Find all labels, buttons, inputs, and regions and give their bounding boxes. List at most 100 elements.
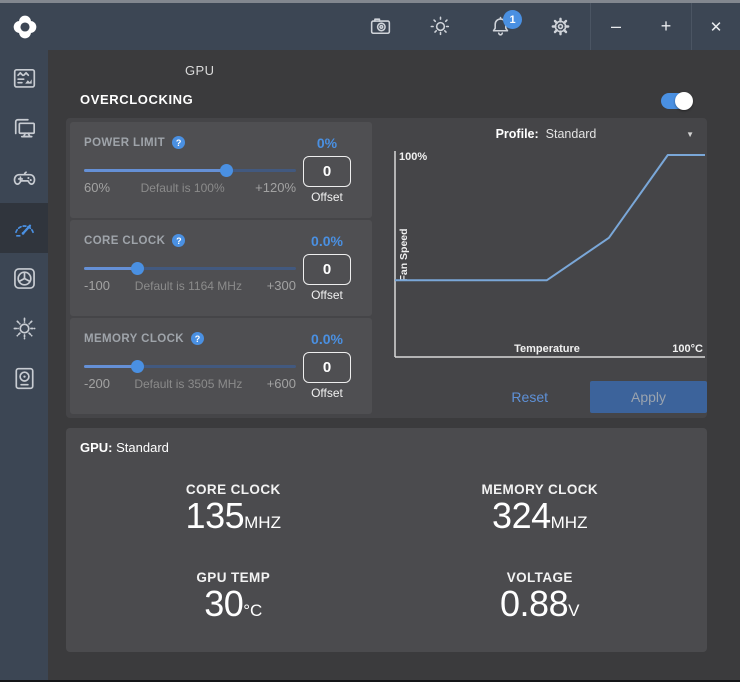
slider-min: -100 xyxy=(84,278,110,293)
power-limit-label: POWER LIMIT xyxy=(84,137,165,149)
slider-thumb[interactable] xyxy=(131,262,144,275)
memory-clock-offset-input[interactable] xyxy=(303,352,351,383)
power-limit-slider[interactable] xyxy=(84,169,296,172)
gear-icon xyxy=(548,14,573,39)
camera-icon xyxy=(368,14,393,39)
maximize-button[interactable]: + xyxy=(641,3,691,50)
notification-badge[interactable]: 1 xyxy=(503,10,522,29)
help-icon[interactable]: ? xyxy=(172,234,185,247)
help-icon[interactable]: ? xyxy=(172,136,185,149)
computer-icon xyxy=(11,115,38,142)
brightness-button[interactable] xyxy=(410,3,470,50)
notifications-button[interactable]: 1 xyxy=(470,3,530,50)
power-limit-value: 0% xyxy=(317,135,337,153)
maximize-icon: + xyxy=(661,16,672,37)
stats-header-value: Standard xyxy=(116,440,169,455)
stat-gpu-temp: GPU TEMP 30°C xyxy=(80,570,387,622)
sun-icon xyxy=(11,315,38,342)
sidebar-item-tuning[interactable] xyxy=(0,203,48,253)
power-limit-offset-input[interactable] xyxy=(303,156,351,187)
core-clock-offset-input[interactable] xyxy=(303,254,351,285)
gpu-stats-panel: GPU: Standard CORE CLOCK 135MHZ MEMORY C… xyxy=(66,428,707,652)
slider-thumb[interactable] xyxy=(220,164,233,177)
sidebar-item-pc-specs[interactable] xyxy=(0,103,48,153)
memory-clock-slider[interactable] xyxy=(84,365,296,368)
slider-default: Default is 100% xyxy=(110,181,255,195)
stat-value: 135MHZ xyxy=(80,498,387,534)
slider-min: -200 xyxy=(84,376,110,391)
cam-logo-icon xyxy=(11,13,39,41)
core-clock-slider[interactable] xyxy=(84,267,296,270)
minimize-icon: – xyxy=(611,16,621,37)
apply-button[interactable]: Apply xyxy=(590,381,707,413)
x-max-label: 100°C xyxy=(672,343,703,355)
stat-memory-clock: MEMORY CLOCK 324MHZ xyxy=(387,482,694,534)
memory-clock-value: 0.0% xyxy=(311,331,343,349)
overclocking-toggle[interactable] xyxy=(661,93,692,109)
sidebar-item-games[interactable] xyxy=(0,153,48,203)
slider-default: Default is 1164 MHz xyxy=(110,279,267,293)
stat-value: 30°C xyxy=(80,586,387,622)
sidebar-item-storage[interactable] xyxy=(0,353,48,403)
reset-button[interactable]: Reset xyxy=(511,389,548,405)
fan-curve-line[interactable] xyxy=(395,155,705,280)
slider-max: +120% xyxy=(255,180,296,195)
help-icon[interactable]: ? xyxy=(191,332,204,345)
sidebar-item-cooling[interactable] xyxy=(0,253,48,303)
power-limit-card: POWER LIMIT ? 60% Default is 100% +120% xyxy=(70,122,372,218)
y-axis-label: Fan Speed xyxy=(398,228,410,281)
core-clock-label: CORE CLOCK xyxy=(84,235,165,247)
tab-gpu[interactable]: GPU xyxy=(185,63,214,78)
offset-label: Offset xyxy=(311,190,343,204)
stat-value: 324MHZ xyxy=(387,498,694,534)
toggle-knob xyxy=(675,92,693,110)
app-logo[interactable] xyxy=(0,3,50,50)
sidebar-item-monitoring[interactable] xyxy=(0,53,48,103)
settings-button[interactable] xyxy=(530,3,590,50)
slider-fill xyxy=(84,365,137,368)
dashboard-report-icon xyxy=(11,65,38,92)
stat-voltage: VOLTAGE 0.88V xyxy=(387,570,694,622)
disc-drive-icon xyxy=(11,365,38,392)
titlebar: 1 – + ✕ xyxy=(0,3,740,50)
profile-label: Profile: xyxy=(496,127,539,141)
fan-curve-column: Profile: Standard ▼ 100% Fan Speed Tempe… xyxy=(385,122,707,414)
slider-column: POWER LIMIT ? 60% Default is 100% +120% xyxy=(70,122,372,414)
profile-value: Standard xyxy=(546,127,597,141)
x-axis-label: Temperature xyxy=(514,343,580,355)
fan-icon xyxy=(11,265,38,292)
brightness-icon xyxy=(428,14,453,39)
close-icon: ✕ xyxy=(710,18,723,36)
y-max-label: 100% xyxy=(399,151,427,163)
action-buttons: Reset Apply xyxy=(385,381,707,413)
screenshot-button[interactable] xyxy=(350,3,410,50)
minimize-button[interactable]: – xyxy=(591,3,641,50)
slider-fill xyxy=(84,169,226,172)
offset-label: Offset xyxy=(311,288,343,302)
slider-thumb[interactable] xyxy=(131,360,144,373)
main-content: GPU OVERCLOCKING POWER LIMIT ? xyxy=(48,50,740,680)
stat-core-clock: CORE CLOCK 135MHZ xyxy=(80,482,387,534)
app-window: 1 – + ✕ xyxy=(0,0,740,682)
memory-clock-label: MEMORY CLOCK xyxy=(84,333,184,345)
stats-grid: CORE CLOCK 135MHZ MEMORY CLOCK 324MHZ GP… xyxy=(80,482,693,622)
stats-header: GPU: Standard xyxy=(80,440,693,455)
slider-default: Default is 3505 MHz xyxy=(110,377,267,391)
slider-fill xyxy=(84,267,137,270)
memory-clock-card: MEMORY CLOCK ? -200 Default is 3505 MHz … xyxy=(70,318,372,414)
core-clock-card: CORE CLOCK ? -100 Default is 1164 MHz +3… xyxy=(70,220,372,316)
stat-value: 0.88V xyxy=(387,586,694,622)
chevron-down-icon: ▼ xyxy=(686,130,694,139)
offset-label: Offset xyxy=(311,386,343,400)
close-button[interactable]: ✕ xyxy=(692,3,740,50)
slider-max: +300 xyxy=(267,278,296,293)
slider-max: +600 xyxy=(267,376,296,391)
stats-header-label: GPU: xyxy=(80,440,113,455)
sidebar-item-lighting[interactable] xyxy=(0,303,48,353)
slider-min: 60% xyxy=(84,180,110,195)
overclocking-panel: POWER LIMIT ? 60% Default is 100% +120% xyxy=(66,118,707,418)
profile-dropdown[interactable]: Profile: Standard ▼ xyxy=(385,124,707,144)
window-top-edge xyxy=(0,0,740,3)
fan-curve-chart: 100% Fan Speed Temperature 100°C xyxy=(387,145,707,363)
gauge-icon xyxy=(11,215,38,242)
